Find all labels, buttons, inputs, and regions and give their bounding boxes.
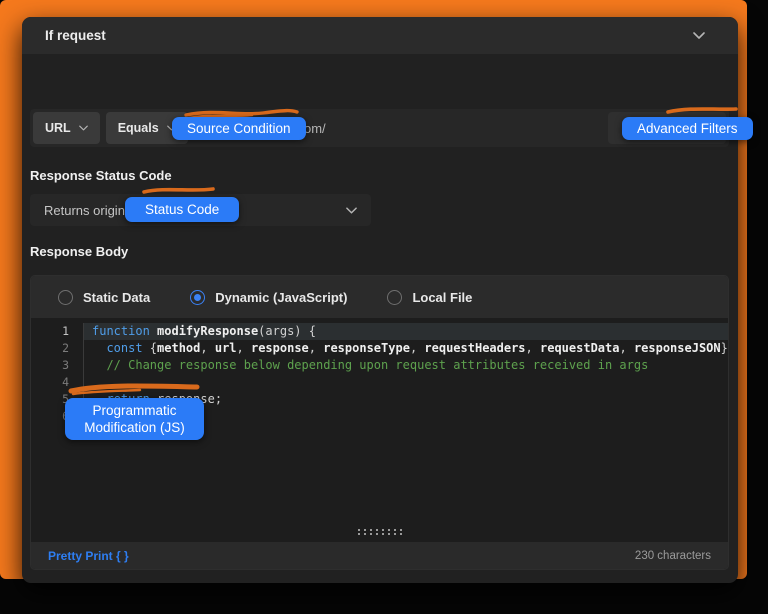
url-key-select[interactable]: URL <box>33 112 100 144</box>
annotation-label-status-code: Status Code <box>125 197 240 222</box>
radio-circle-icon[interactable] <box>190 289 206 305</box>
url-key-value: URL <box>45 121 71 135</box>
annotation-label-programmatic-modification: Programmatic Modification (JS) <box>65 398 204 440</box>
collapse-chevron-icon[interactable] <box>693 32 705 39</box>
response-body-label: Response Body <box>30 244 129 259</box>
if-request-header[interactable]: If request <box>22 17 738 54</box>
response-status-code-label: Response Status Code <box>30 168 172 183</box>
radio-group: Static Data Dynamic (JavaScript) Local Fil… <box>31 276 728 318</box>
annotation-label-source-condition: Source Condition <box>172 117 306 140</box>
code-line: 4 <box>31 374 728 391</box>
line-number: 2 <box>62 341 69 355</box>
chevron-down-icon <box>346 206 357 214</box>
if-request-title: If request <box>45 28 106 43</box>
rule-editor-panel: If request URL Equals https://example.co… <box>22 17 738 583</box>
code-line: 1 function modifyResponse(args) { <box>31 323 728 340</box>
code-line-content: const {method, url, response, responseTy… <box>83 340 728 357</box>
radio-static-data[interactable]: Static Data <box>58 289 151 305</box>
code-line-content <box>83 374 728 391</box>
pretty-print-button[interactable]: Pretty Print { } <box>48 549 129 563</box>
radio-circle-icon[interactable] <box>387 289 403 305</box>
code-line: 2 const {method, url, response, response… <box>31 340 728 357</box>
radio-dynamic-javascript[interactable]: Dynamic (JavaScript) <box>190 289 348 305</box>
radio-label: Static Data <box>83 289 151 305</box>
radio-local-file[interactable]: Local File <box>387 289 473 305</box>
editor-footer: Pretty Print { } 230 characters <box>31 542 728 569</box>
radio-circle-icon[interactable] <box>58 289 73 305</box>
code-line-content: function modifyResponse(args) { <box>83 323 728 340</box>
radio-label: Local File <box>412 289 473 305</box>
annotation-label-advanced-filters: Advanced Filters <box>622 117 753 140</box>
editor-resize-handle[interactable] <box>357 529 402 535</box>
chevron-down-icon <box>78 125 88 131</box>
operator-value: Equals <box>117 121 159 135</box>
line-number: 1 <box>62 324 69 338</box>
line-number: 3 <box>62 358 69 372</box>
character-count: 230 characters <box>634 549 711 562</box>
code-line-content: // Change response below depending upon … <box>83 357 728 374</box>
line-number: 4 <box>62 375 69 389</box>
radio-label: Dynamic (JavaScript) <box>215 289 348 305</box>
code-line: 3 // Change response below depending upo… <box>31 357 728 374</box>
